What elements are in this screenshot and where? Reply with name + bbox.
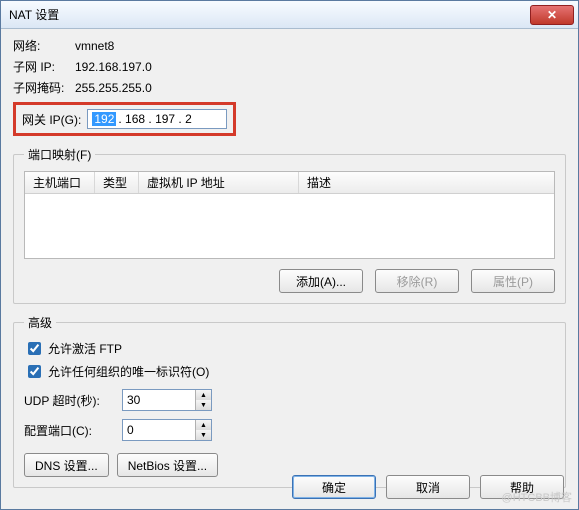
ok-button[interactable]: 确定 (292, 475, 376, 499)
config-port-spinner[interactable]: ▲ ▼ (122, 419, 212, 441)
port-up-icon[interactable]: ▲ (196, 420, 211, 430)
dns-settings-button[interactable]: DNS 设置... (24, 453, 109, 477)
col-description[interactable]: 描述 (299, 172, 554, 193)
network-label: 网络: (13, 37, 75, 54)
col-type[interactable]: 类型 (95, 172, 139, 193)
oui-checkbox-label: 允许任何组织的唯一标识符(O) (48, 363, 209, 380)
udp-timeout-label: UDP 超时(秒): (24, 392, 114, 409)
config-port-input[interactable] (123, 420, 195, 440)
ftp-checkbox-row[interactable]: 允许激活 FTP (24, 339, 555, 358)
gateway-ip-input[interactable]: 192 . 168 . 197 . 2 (87, 109, 227, 129)
udp-timeout-input[interactable] (123, 390, 195, 410)
port-forwarding-legend: 端口映射(F) (24, 146, 95, 163)
subnet-ip-value: 192.168.197.0 (75, 60, 152, 74)
titlebar: NAT 设置 ✕ (1, 1, 578, 29)
close-icon: ✕ (547, 8, 557, 22)
help-button[interactable]: 帮助 (480, 475, 564, 499)
advanced-legend: 高级 (24, 314, 56, 331)
oui-checkbox[interactable] (28, 365, 41, 378)
properties-button[interactable]: 属性(P) (471, 269, 555, 293)
add-button[interactable]: 添加(A)... (279, 269, 363, 293)
window-title: NAT 设置 (9, 6, 530, 23)
network-value: vmnet8 (75, 39, 114, 53)
gateway-ip-rest: . 168 . 197 . 2 (116, 112, 191, 126)
udp-down-icon[interactable]: ▼ (196, 400, 211, 410)
gateway-ip-selected-octet: 192 (92, 112, 116, 126)
ftp-checkbox-label: 允许激活 FTP (48, 340, 122, 357)
config-port-label: 配置端口(C): (24, 422, 114, 439)
gateway-label: 网关 IP(G): (22, 111, 81, 128)
oui-checkbox-row[interactable]: 允许任何组织的唯一标识符(O) (24, 362, 555, 381)
ftp-checkbox[interactable] (28, 342, 41, 355)
close-button[interactable]: ✕ (530, 5, 574, 25)
netbios-settings-button[interactable]: NetBios 设置... (117, 453, 218, 477)
gateway-highlight: 网关 IP(G): 192 . 168 . 197 . 2 (13, 102, 236, 136)
port-forwarding-group: 端口映射(F) 主机端口 类型 虚拟机 IP 地址 描述 添加(A)... 移除… (13, 146, 566, 304)
cancel-button[interactable]: 取消 (386, 475, 470, 499)
udp-timeout-spinner[interactable]: ▲ ▼ (122, 389, 212, 411)
advanced-group: 高级 允许激活 FTP 允许任何组织的唯一标识符(O) UDP 超时(秒): ▲… (13, 314, 566, 488)
udp-up-icon[interactable]: ▲ (196, 390, 211, 400)
port-forwarding-table[interactable]: 主机端口 类型 虚拟机 IP 地址 描述 (24, 171, 555, 259)
remove-button[interactable]: 移除(R) (375, 269, 459, 293)
subnet-mask-value: 255.255.255.0 (75, 81, 152, 95)
col-vm-ip[interactable]: 虚拟机 IP 地址 (139, 172, 299, 193)
nat-settings-dialog: NAT 设置 ✕ 网络: vmnet8 子网 IP: 192.168.197.0… (0, 0, 579, 510)
port-down-icon[interactable]: ▼ (196, 430, 211, 440)
subnet-mask-label: 子网掩码: (13, 79, 75, 96)
col-host-port[interactable]: 主机端口 (25, 172, 95, 193)
subnet-ip-label: 子网 IP: (13, 58, 75, 75)
